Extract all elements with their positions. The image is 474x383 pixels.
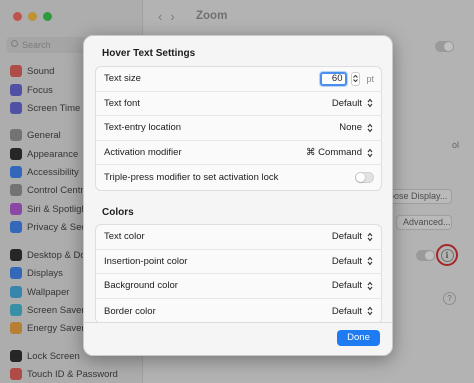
- activation-modifier-popup[interactable]: ⌘ Command: [306, 147, 374, 158]
- entry-location-row: Text-entry location None: [96, 116, 381, 141]
- hover-text-group: Text size 60 pt Text font Default Text-e…: [95, 66, 382, 191]
- insertion-color-row: Insertion-point color Default: [96, 250, 381, 275]
- hover-text-section-title: Hover Text Settings: [102, 48, 196, 59]
- border-color-popup[interactable]: Default: [332, 306, 374, 317]
- background-color-popup[interactable]: Default: [332, 280, 374, 291]
- entry-location-label: Text-entry location: [104, 122, 182, 134]
- text-size-stepper[interactable]: [351, 71, 361, 86]
- triple-press-label: Triple-press modifier to set activation …: [104, 172, 279, 184]
- triple-press-toggle[interactable]: [355, 172, 374, 184]
- background-color-value: Default: [331, 280, 362, 292]
- text-color-row: Text color Default: [96, 225, 381, 250]
- background-color-label: Background color: [104, 280, 178, 292]
- text-size-label: Text size: [104, 73, 141, 85]
- entry-location-value: None: [339, 122, 362, 134]
- text-color-label: Text color: [104, 231, 145, 243]
- insertion-color-value: Default: [331, 255, 362, 267]
- colors-group: Text color Default Insertion-point color…: [95, 224, 382, 322]
- border-color-value: Default: [331, 305, 362, 317]
- text-size-row: Text size 60 pt: [96, 67, 381, 92]
- hover-text-settings-sheet: Hover Text Settings Text size 60 pt Text…: [83, 35, 393, 356]
- chevron-updown-icon: [366, 147, 374, 158]
- text-color-value: Default: [331, 231, 362, 243]
- chevron-updown-icon: [366, 122, 374, 133]
- sheet-content: Hover Text Settings Text size 60 pt Text…: [84, 36, 392, 322]
- text-size-input[interactable]: 60: [320, 71, 348, 86]
- border-color-label: Border color: [104, 305, 156, 317]
- text-color-popup[interactable]: Default: [332, 231, 374, 242]
- sheet-footer: Done: [84, 322, 392, 355]
- text-size-unit: pt: [366, 73, 374, 84]
- text-font-row: Text font Default: [96, 92, 381, 117]
- chevron-updown-icon: [366, 98, 374, 109]
- background-color-row: Background color Default: [96, 274, 381, 299]
- text-font-value: Default: [331, 97, 362, 109]
- triple-press-row: Triple-press modifier to set activation …: [96, 165, 381, 190]
- chevron-updown-icon: [366, 280, 374, 291]
- text-font-popup[interactable]: Default: [332, 98, 374, 109]
- border-color-row: Border color Default: [96, 299, 381, 322]
- colors-section-title: Colors: [102, 207, 134, 218]
- insertion-color-label: Insertion-point color: [104, 255, 188, 267]
- chevron-updown-icon: [366, 306, 374, 317]
- chevron-updown-icon: [366, 256, 374, 267]
- text-font-label: Text font: [104, 97, 140, 109]
- activation-modifier-label: Activation modifier: [104, 147, 182, 159]
- entry-location-popup[interactable]: None: [339, 122, 374, 133]
- activation-modifier-value: ⌘ Command: [306, 147, 362, 159]
- chevron-updown-icon: [366, 231, 374, 242]
- activation-modifier-row: Activation modifier ⌘ Command: [96, 141, 381, 166]
- insertion-color-popup[interactable]: Default: [332, 256, 374, 267]
- done-button[interactable]: Done: [337, 330, 380, 346]
